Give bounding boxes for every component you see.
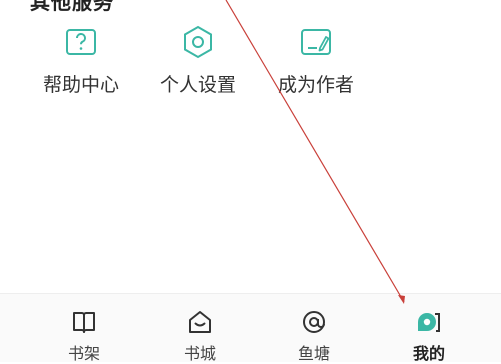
help-center-label: 帮助中心 [42, 74, 119, 96]
become-author-button[interactable]: 成为作者 [266, 24, 366, 97]
tab-fishpond-label: 鱼塘 [297, 344, 330, 363]
help-icon [66, 29, 96, 55]
help-center-button[interactable]: 帮助中心 [31, 24, 131, 97]
bookshelf-icon [73, 312, 95, 333]
bookstore-icon [189, 311, 211, 333]
bottom-tab-bar: 书架 书城 鱼塘 我的 [0, 293, 501, 364]
tab-bookshelf-label: 书架 [67, 344, 100, 363]
become-author-label: 成为作者 [277, 74, 354, 96]
section-heading: 其他服务 [30, 0, 114, 14]
tab-profile-label: 我的 [412, 344, 445, 363]
tab-profile[interactable]: 我的 [389, 308, 469, 364]
settings-icon [184, 25, 212, 59]
profile-icon [418, 313, 440, 332]
personal-settings-label: 个人设置 [159, 74, 236, 96]
author-icon [301, 29, 331, 55]
tab-bookstore-label: 书城 [183, 344, 216, 363]
tab-bookshelf[interactable]: 书架 [44, 308, 124, 364]
tab-fishpond[interactable]: 鱼塘 [274, 308, 354, 364]
personal-settings-button[interactable]: 个人设置 [148, 24, 248, 97]
tab-bookstore[interactable]: 书城 [160, 308, 240, 364]
fishpond-icon [303, 311, 325, 333]
